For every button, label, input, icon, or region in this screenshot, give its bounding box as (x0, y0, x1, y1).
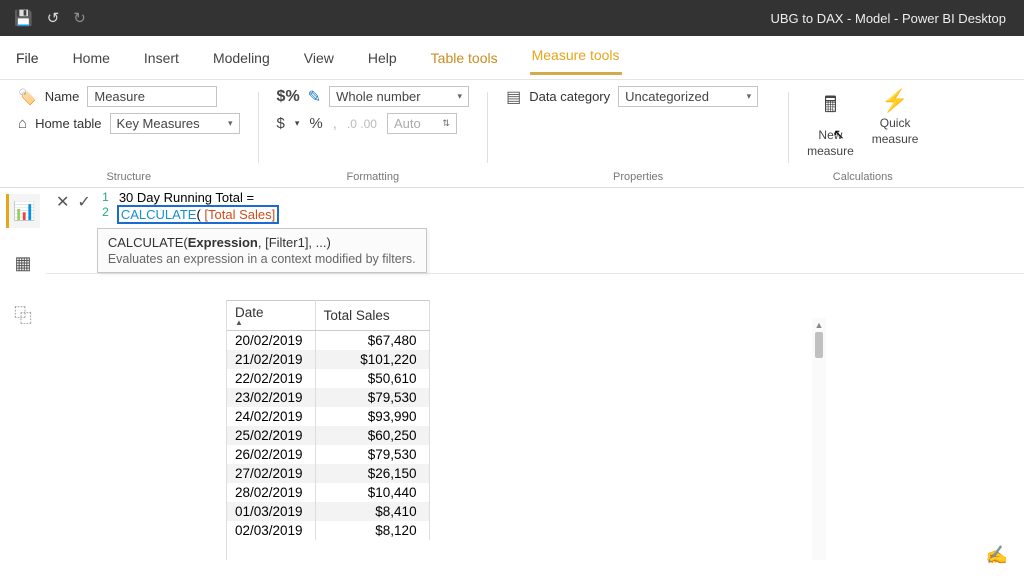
cell-total: $101,220 (315, 350, 429, 369)
cell-total: $8,120 (315, 521, 429, 540)
data-category-label: Data category (529, 89, 610, 104)
formula-editor[interactable]: 130 Day Running Total = 2CALCULATE( [Tot… (101, 188, 1014, 273)
new-measure-button[interactable]: 🖩 New measure (807, 88, 854, 158)
title-bar: 💾 ↺ ↻ UBG to DAX - Model - Power BI Desk… (0, 0, 1024, 36)
cell-total: $60,250 (315, 426, 429, 445)
tab-modeling[interactable]: Modeling (211, 44, 272, 72)
formula-line-1: 30 Day Running Total = (119, 190, 254, 205)
save-icon[interactable]: 💾 (14, 9, 33, 27)
tag-icon: 🏷️ (18, 88, 37, 106)
group-label-calculations: Calculations (807, 171, 918, 187)
category-icon: ▤ (506, 87, 521, 107)
tab-file[interactable]: File (14, 44, 41, 72)
group-label-structure: Structure (18, 171, 240, 187)
table-row[interactable]: 26/02/2019$79,530 (227, 445, 429, 464)
table-row[interactable]: 24/02/2019$93,990 (227, 407, 429, 426)
ribbon-tabs: File Home Insert Modeling View Help Tabl… (0, 36, 1024, 80)
cell-total: $79,530 (315, 445, 429, 464)
cell-total: $79,530 (315, 388, 429, 407)
redo-icon[interactable]: ↻ (73, 9, 86, 27)
table-row[interactable]: 02/03/2019$8,120 (227, 521, 429, 540)
name-label: Name (45, 89, 80, 104)
table-row[interactable]: 27/02/2019$26,150 (227, 464, 429, 483)
thousands-button[interactable]: , (333, 115, 337, 132)
formula-bar: ✕ ✓ 130 Day Running Total = 2CALCULATE( … (46, 188, 1024, 274)
canvas: ✕ ✓ 130 Day Running Total = 2CALCULATE( … (46, 188, 1024, 576)
table-row[interactable]: 22/02/2019$50,610 (227, 369, 429, 388)
cell-date: 24/02/2019 (227, 407, 315, 426)
scrollbar[interactable]: ▲ (812, 318, 826, 560)
scroll-thumb[interactable] (815, 332, 823, 358)
cell-date: 01/03/2019 (227, 502, 315, 521)
cell-total: $26,150 (315, 464, 429, 483)
scroll-up-icon[interactable]: ▲ (815, 318, 824, 332)
name-input[interactable]: Measure (87, 86, 217, 107)
cell-date: 25/02/2019 (227, 426, 315, 445)
cell-total: $8,410 (315, 502, 429, 521)
data-category-dropdown[interactable]: Uncategorized▾ (618, 86, 758, 107)
commit-formula-icon[interactable]: ✓ (77, 192, 90, 212)
cell-total: $93,990 (315, 407, 429, 426)
home-table-dropdown[interactable]: Key Measures▾ (110, 113, 240, 134)
cell-total: $67,480 (315, 331, 429, 351)
column-header-date[interactable]: Date (227, 301, 315, 331)
home-table-label: Home table (35, 116, 101, 131)
group-formatting: $%✎ Whole number▾ $▾ % , .0 .00 Auto⇅ Fo… (259, 86, 488, 187)
cell-total: $10,440 (315, 483, 429, 502)
table-row[interactable]: 28/02/2019$10,440 (227, 483, 429, 502)
quick-measure-button[interactable]: ⚡ Quick measure (872, 88, 919, 146)
table-row[interactable]: 25/02/2019$60,250 (227, 426, 429, 445)
cancel-formula-icon[interactable]: ✕ (56, 192, 69, 212)
currency-button[interactable]: $ (277, 115, 285, 132)
calculator-icon: 🖩 (824, 88, 837, 126)
table-visual[interactable]: Date Total Sales 20/02/2019$67,48021/02/… (226, 300, 826, 560)
undo-icon[interactable]: ↺ (47, 9, 60, 27)
format-icon: $% (277, 88, 300, 106)
watermark-icon: ✍ (986, 545, 1008, 566)
home-icon: ⌂ (18, 115, 27, 132)
table-row[interactable]: 01/03/2019$8,410 (227, 502, 429, 521)
group-label-formatting: Formatting (277, 171, 470, 187)
cell-date: 22/02/2019 (227, 369, 315, 388)
column-header-total-sales[interactable]: Total Sales (315, 301, 429, 331)
app-title: UBG to DAX - Model - Power BI Desktop (86, 11, 1024, 26)
table-row[interactable]: 23/02/2019$79,530 (227, 388, 429, 407)
cell-date: 27/02/2019 (227, 464, 315, 483)
group-structure: 🏷️ Name Measure ⌂ Home table Key Measure… (0, 86, 258, 187)
report-view-icon[interactable]: 📊 (6, 194, 40, 228)
tab-help[interactable]: Help (366, 44, 399, 72)
cell-date: 21/02/2019 (227, 350, 315, 369)
group-properties: ▤ Data category Uncategorized▾ Propertie… (488, 86, 788, 187)
pencil-icon: ✎ (308, 87, 321, 107)
intellisense-tooltip: CALCULATE(Expression, [Filter1], ...) Ev… (97, 228, 427, 273)
cell-total: $50,610 (315, 369, 429, 388)
lightning-icon: ⚡ (881, 88, 908, 114)
group-calculations: 🖩 New measure ⚡ Quick measure ↖ Calculat… (789, 86, 936, 187)
percent-button[interactable]: % (309, 115, 322, 132)
format-dropdown[interactable]: Whole number▾ (329, 86, 469, 107)
model-view-icon[interactable]: ⿻ (6, 298, 40, 332)
quick-access-toolbar: 💾 ↺ ↻ (0, 9, 86, 27)
tab-insert[interactable]: Insert (142, 44, 181, 72)
cell-date: 02/03/2019 (227, 521, 315, 540)
group-label-properties: Properties (506, 171, 770, 187)
tab-measure-tools[interactable]: Measure tools (530, 41, 622, 75)
cell-date: 28/02/2019 (227, 483, 315, 502)
table-row[interactable]: 21/02/2019$101,220 (227, 350, 429, 369)
formula-line-2: CALCULATE( [Total Sales] (117, 205, 279, 224)
decimal-places-input[interactable]: Auto⇅ (387, 113, 457, 134)
table-row[interactable]: 20/02/2019$67,480 (227, 331, 429, 351)
cell-date: 23/02/2019 (227, 388, 315, 407)
view-switcher: 📊 ▦ ⿻ (0, 188, 46, 576)
decimal-button[interactable]: .0 .00 (347, 117, 377, 131)
tab-home[interactable]: Home (71, 44, 112, 72)
cell-date: 26/02/2019 (227, 445, 315, 464)
data-view-icon[interactable]: ▦ (6, 246, 40, 280)
ribbon: 🏷️ Name Measure ⌂ Home table Key Measure… (0, 80, 1024, 188)
tab-view[interactable]: View (302, 44, 336, 72)
tab-table-tools[interactable]: Table tools (429, 44, 500, 72)
cell-date: 20/02/2019 (227, 331, 315, 351)
